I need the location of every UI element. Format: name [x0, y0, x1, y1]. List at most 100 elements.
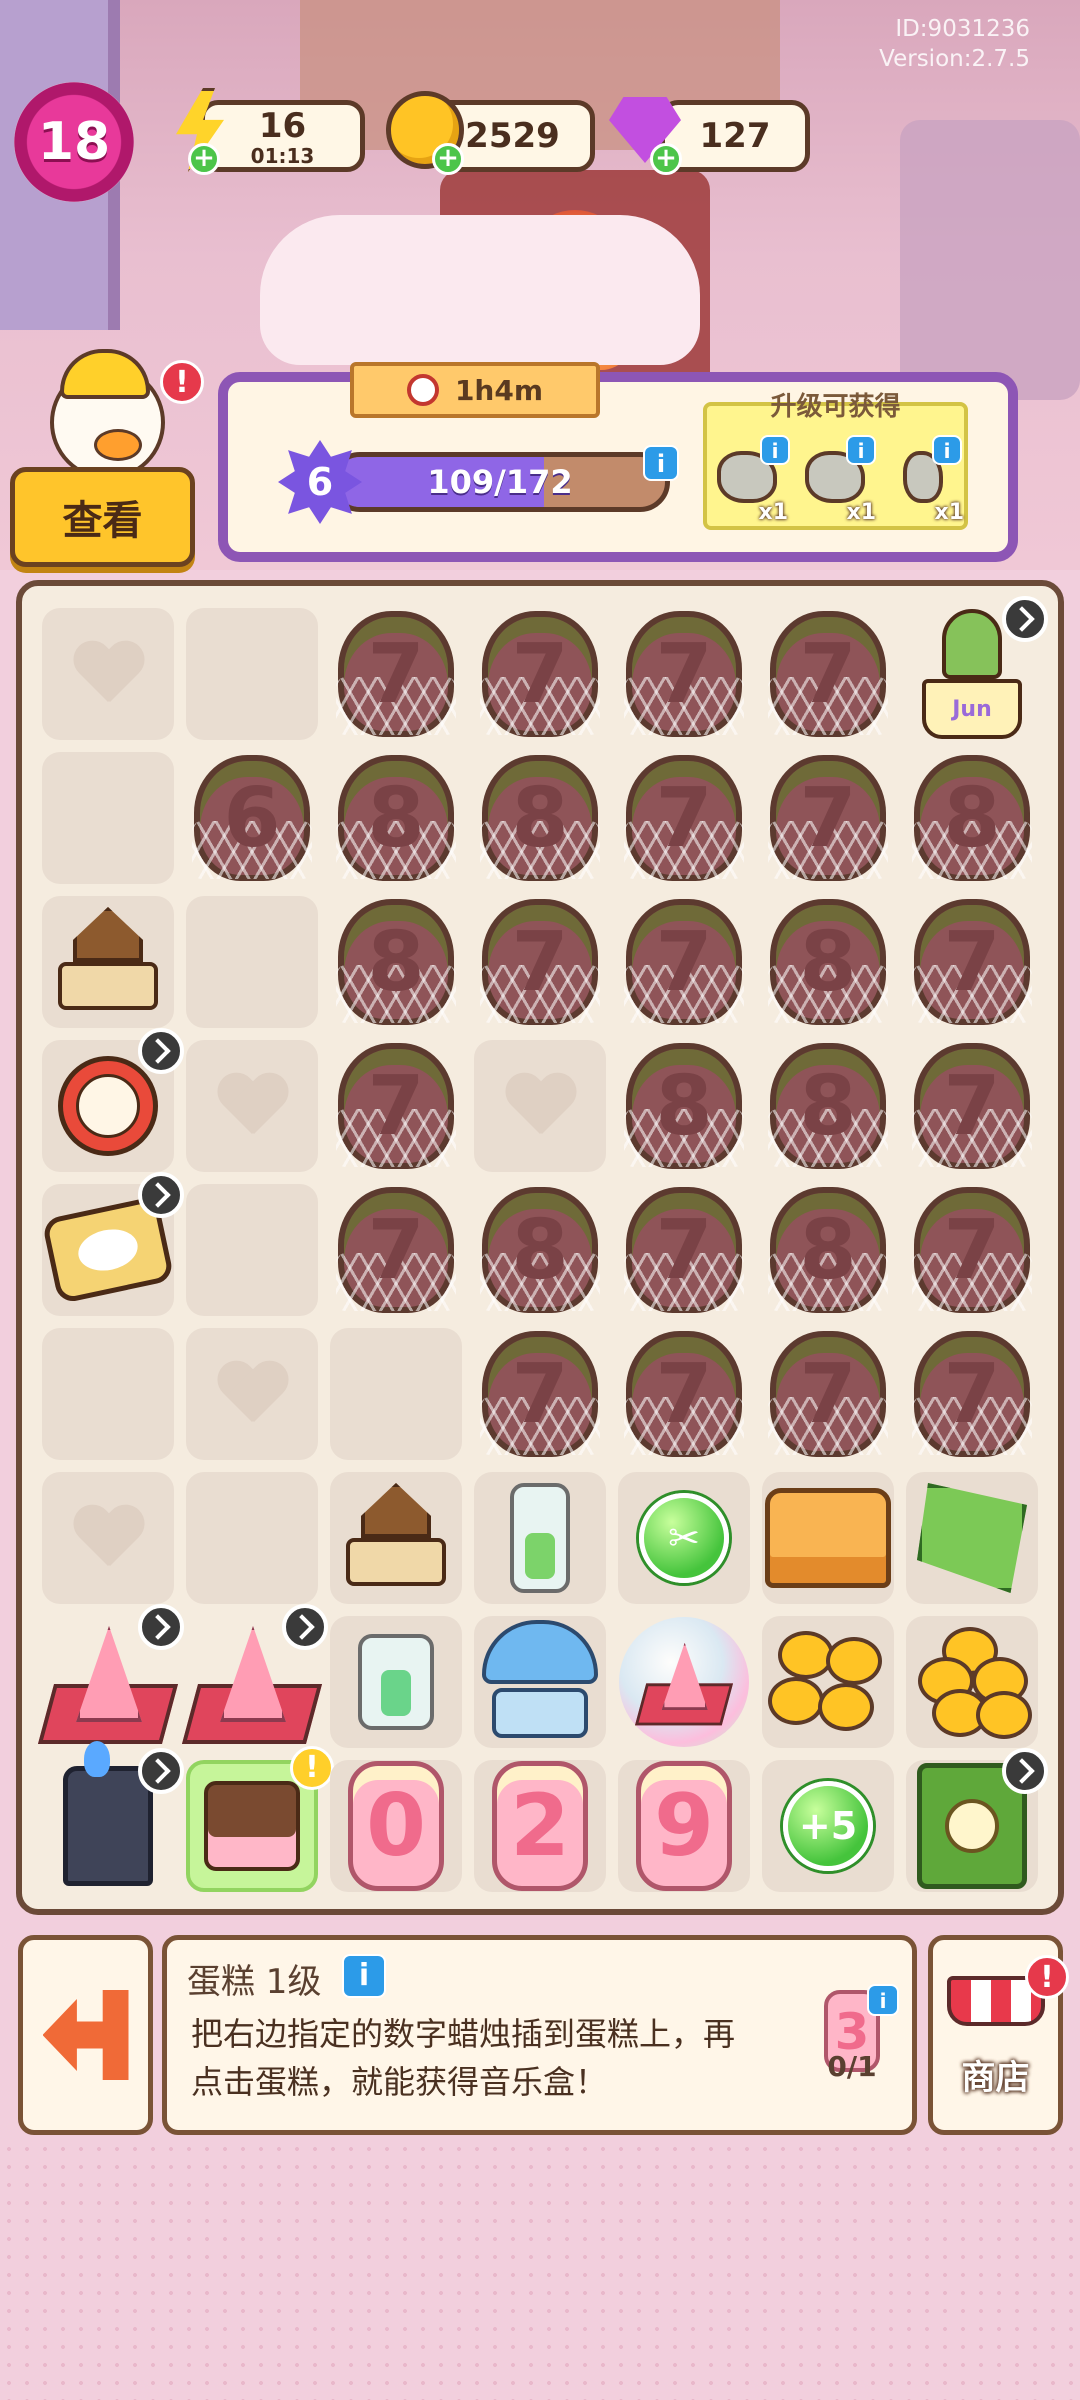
waffle-house-icon	[765, 1488, 891, 1588]
target-info-button[interactable]: i	[867, 1984, 899, 2016]
add-gems-button[interactable]: +	[650, 143, 682, 175]
locked-candle-cell[interactable]: 7	[906, 1040, 1038, 1172]
board-cell-empty[interactable]	[186, 1040, 318, 1172]
reward-info-button[interactable]: i	[846, 435, 876, 465]
cobweb-candle-icon: 7	[624, 1187, 744, 1313]
music-box-cell[interactable]	[42, 896, 174, 1028]
locked-candle-cell[interactable]: 7	[330, 608, 462, 740]
board-cell-empty[interactable]	[186, 1472, 318, 1604]
scissors-bubble-cell[interactable]: ✂	[618, 1472, 750, 1604]
candle-number: 2	[510, 1776, 570, 1876]
cobweb-candle-icon: 7	[624, 1331, 744, 1457]
level-info-button[interactable]: i	[643, 445, 679, 481]
bubble-christmas-tree-icon	[619, 1617, 749, 1747]
locked-candle-cell[interactable]: 7	[618, 752, 750, 884]
locked-candle-cell[interactable]: 8	[474, 752, 606, 884]
gummy-bear-jar-icon	[358, 1634, 434, 1730]
exit-button[interactable]	[18, 1935, 153, 2135]
board-cell-empty[interactable]	[186, 608, 318, 740]
candle-number: 7	[655, 770, 713, 866]
bottle-cell[interactable]	[474, 1472, 606, 1604]
cake-house-cell[interactable]	[762, 1472, 894, 1604]
heart-icon	[216, 1362, 288, 1426]
shop-alert-badge: !	[1025, 1955, 1069, 1999]
locked-candle-cell[interactable]: 7	[474, 608, 606, 740]
locked-candle-cell[interactable]: 7	[618, 896, 750, 1028]
bubble-item-cell[interactable]	[618, 1616, 750, 1748]
reward-info-button[interactable]: i	[760, 435, 790, 465]
bottle-cell[interactable]	[330, 1616, 462, 1748]
board-cell-empty[interactable]	[186, 1184, 318, 1316]
locked-candle-cell[interactable]: 8	[330, 752, 462, 884]
locked-candle-cell[interactable]: 7	[618, 1184, 750, 1316]
locked-candle-cell[interactable]: 7	[762, 608, 894, 740]
target-count: 0/1	[827, 2050, 877, 2083]
cooldown-timer-icon	[1002, 1748, 1048, 1794]
candle-number: 8	[511, 1202, 569, 1298]
locked-candle-cell[interactable]: 7	[618, 608, 750, 740]
locked-candle-cell[interactable]: 7	[906, 1328, 1038, 1460]
board-cell-empty[interactable]	[330, 1328, 462, 1460]
view-button[interactable]: 查看	[10, 467, 195, 567]
player-level-badge[interactable]: 18	[14, 82, 134, 202]
candle-number: 7	[655, 914, 713, 1010]
locked-candle-cell[interactable]: 7	[618, 1328, 750, 1460]
locked-candle-cell[interactable]: 8	[330, 896, 462, 1028]
music-box-cell[interactable]	[330, 1472, 462, 1604]
duck-worker-avatar[interactable]	[50, 349, 165, 480]
locked-candle-cell[interactable]: 7	[762, 1328, 894, 1460]
cobweb-candle-icon: 8	[912, 755, 1032, 881]
reward-qty: x1	[934, 500, 965, 525]
item-info-button[interactable]: i	[342, 1954, 386, 1998]
locked-candle-cell[interactable]: 7	[762, 752, 894, 884]
cobweb-candle-icon: 7	[768, 611, 888, 737]
locked-candle-cell[interactable]: 7	[474, 896, 606, 1028]
clock-icon	[406, 374, 439, 406]
reward-info-button[interactable]: i	[932, 435, 962, 465]
cooldown-timer-icon	[138, 1604, 184, 1650]
board-cell-empty[interactable]	[474, 1040, 606, 1172]
energy-bubble-cell[interactable]: +5	[762, 1760, 894, 1892]
candle-number: 7	[511, 914, 569, 1010]
background-pattern	[0, 2140, 1080, 2400]
candle-number: 8	[655, 1058, 713, 1154]
locked-candle-cell[interactable]: 7	[906, 1184, 1038, 1316]
heart-icon	[72, 642, 144, 706]
reward-title: 升级可获得	[770, 392, 901, 422]
cobweb-candle-icon: 8	[768, 1187, 888, 1313]
candle-cell[interactable]: 9	[618, 1760, 750, 1892]
number-candle-icon: 0	[348, 1761, 444, 1891]
add-coins-button[interactable]: +	[432, 143, 464, 175]
board-cell-empty[interactable]	[186, 896, 318, 1028]
locked-candle-cell[interactable]: 6	[186, 752, 318, 884]
cobweb-candle-icon: 8	[768, 899, 888, 1025]
board-cell-empty[interactable]	[42, 1472, 174, 1604]
locked-candle-cell[interactable]: 8	[762, 896, 894, 1028]
coins-cell[interactable]	[906, 1616, 1038, 1748]
locked-candle-cell[interactable]: 7	[474, 1328, 606, 1460]
board-cell-empty[interactable]	[186, 1328, 318, 1460]
zongzi-cell[interactable]	[906, 1472, 1038, 1604]
candle-cell[interactable]: 0	[330, 1760, 462, 1892]
item-title: 蛋糕 1级	[187, 1962, 322, 2002]
locked-candle-cell[interactable]: 7	[906, 896, 1038, 1028]
locked-candle-cell[interactable]: 8	[762, 1184, 894, 1316]
board-cell-empty[interactable]	[42, 752, 174, 884]
add-energy-button[interactable]: +	[188, 143, 220, 175]
cobweb-candle-icon: 7	[336, 611, 456, 737]
cooldown-timer-icon	[282, 1604, 328, 1650]
locked-candle-cell[interactable]: 8	[618, 1040, 750, 1172]
board-cell-empty[interactable]	[42, 1328, 174, 1460]
shop-label: 商店	[961, 2058, 1030, 2098]
candle-cell[interactable]: 2	[474, 1760, 606, 1892]
locked-candle-cell[interactable]: 8	[906, 752, 1038, 884]
locked-candle-cell[interactable]: 7	[330, 1184, 462, 1316]
board-cell-empty[interactable]	[42, 608, 174, 740]
locked-candle-cell[interactable]: 8	[762, 1040, 894, 1172]
umbrella-cell[interactable]	[474, 1616, 606, 1748]
cooldown-timer-icon	[138, 1028, 184, 1074]
cobweb-candle-icon: 7	[912, 1331, 1032, 1457]
locked-candle-cell[interactable]: 8	[474, 1184, 606, 1316]
coins-cell[interactable]	[762, 1616, 894, 1748]
locked-candle-cell[interactable]: 7	[330, 1040, 462, 1172]
